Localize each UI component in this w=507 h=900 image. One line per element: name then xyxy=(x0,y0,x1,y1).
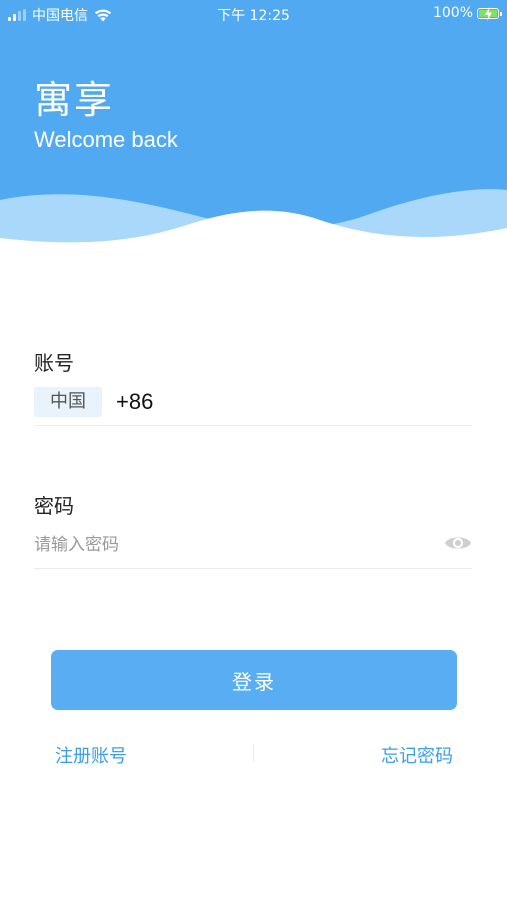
wave-decoration xyxy=(0,189,507,250)
battery-charging-icon xyxy=(477,6,502,21)
header-banner xyxy=(0,0,507,250)
eye-icon[interactable] xyxy=(444,532,472,554)
account-input[interactable] xyxy=(116,387,456,417)
forgot-password-link[interactable]: 忘记密码 xyxy=(381,742,453,768)
status-right: 100% xyxy=(432,5,502,21)
country-selector[interactable]: 中国 xyxy=(34,387,102,417)
login-button[interactable]: 登录 xyxy=(51,650,457,710)
register-link[interactable]: 注册账号 xyxy=(55,742,127,768)
account-label: 账号 xyxy=(34,351,74,375)
app-title: 寓享 xyxy=(34,78,115,122)
account-field: 中国 xyxy=(34,385,472,426)
password-field xyxy=(34,528,472,569)
links-divider xyxy=(253,744,254,762)
password-input[interactable] xyxy=(34,530,414,560)
battery-percent: 100% xyxy=(432,5,473,21)
status-bar: 中国电信 下午 12:25 100% xyxy=(0,0,507,28)
welcome-subtitle: Welcome back xyxy=(34,127,178,152)
status-time: 下午 12:25 xyxy=(217,8,290,24)
password-label: 密码 xyxy=(34,494,74,518)
